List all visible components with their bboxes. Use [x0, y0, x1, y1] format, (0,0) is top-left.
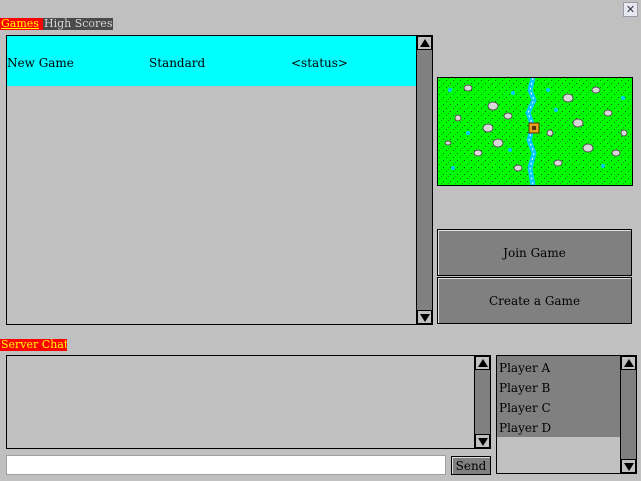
- close-button[interactable]: ✕: [623, 2, 638, 17]
- arrow-down-icon: [477, 438, 488, 446]
- game-status: <status>: [291, 56, 348, 70]
- chat-scroll-down-button[interactable]: [475, 434, 490, 448]
- close-icon: ✕: [625, 3, 636, 16]
- create-game-button[interactable]: Create a Game: [437, 277, 632, 324]
- tab-games-label: Games: [1, 18, 39, 30]
- send-button[interactable]: Send: [451, 456, 491, 475]
- scroll-down-button[interactable]: [417, 310, 432, 324]
- players-scrollbar[interactable]: [620, 356, 636, 473]
- games-scrollbar[interactable]: [416, 36, 432, 324]
- scroll-up-button[interactable]: [417, 36, 432, 50]
- game-name: New Game: [7, 56, 74, 70]
- arrow-up-icon: [419, 39, 430, 47]
- create-game-label: Create a Game: [488, 294, 581, 308]
- map-preview: [437, 77, 633, 186]
- player-item[interactable]: Player A: [499, 358, 550, 378]
- arrow-down-icon: [419, 314, 430, 322]
- arrow-down-icon: [623, 463, 634, 471]
- chat-scroll-up-button[interactable]: [475, 356, 490, 370]
- players-list: Player A Player B Player C Player D: [496, 355, 637, 474]
- chat-input[interactable]: [6, 455, 446, 475]
- server-chat-label: Server Chat: [0, 339, 67, 351]
- games-list: New Game Standard <status>: [6, 35, 433, 325]
- tab-games[interactable]: Games: [0, 18, 43, 30]
- players-scroll-up-button[interactable]: [621, 356, 636, 370]
- map-image: [438, 78, 632, 185]
- player-item[interactable]: Player D: [499, 418, 551, 438]
- arrow-up-icon: [623, 359, 634, 367]
- tab-high-scores-label: High Scores: [44, 18, 113, 30]
- game-type: Standard: [149, 56, 206, 70]
- tab-high-scores[interactable]: High Scores: [43, 18, 113, 30]
- send-label: Send: [455, 459, 487, 473]
- arrow-up-icon: [477, 359, 488, 367]
- players-scroll-down-button[interactable]: [621, 459, 636, 473]
- chat-log: [6, 355, 491, 449]
- join-game-label: Join Game: [503, 246, 566, 260]
- player-item[interactable]: Player B: [499, 378, 550, 398]
- join-game-button[interactable]: Join Game: [437, 229, 632, 276]
- player-item[interactable]: Player C: [499, 398, 551, 418]
- server-chat-label-text: Server Chat: [1, 339, 67, 351]
- table-row[interactable]: New Game Standard <status>: [7, 36, 416, 86]
- chat-scrollbar[interactable]: [474, 356, 490, 448]
